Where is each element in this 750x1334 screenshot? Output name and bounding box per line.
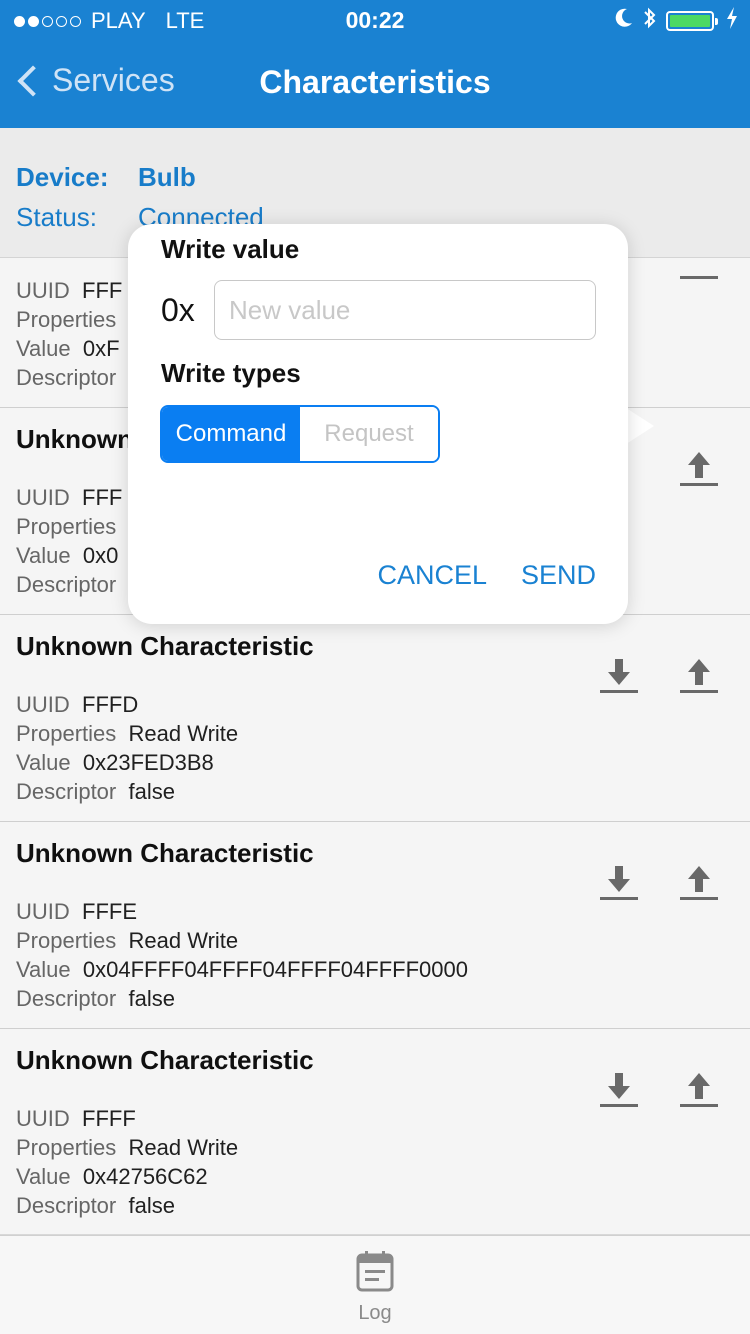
bluetooth-icon [642, 6, 658, 36]
write-types-title: Write types [161, 358, 301, 388]
device-label: Device: [16, 162, 109, 192]
upload-icon [680, 659, 718, 693]
upload-icon [680, 866, 718, 900]
uuid-value: FFFD [82, 692, 139, 717]
properties-value: Read Write [128, 928, 239, 953]
descriptor-key: Descriptor [16, 365, 117, 390]
uuid-key: UUID [16, 278, 70, 303]
uuid-key: UUID [16, 692, 70, 717]
dialog-title: Write value [161, 234, 300, 264]
cancel-button[interactable]: CANCEL [377, 560, 487, 591]
uuid-key: UUID [16, 899, 70, 924]
uuid-value: FFF [82, 278, 123, 303]
download-icon [600, 866, 638, 900]
uuid-value: FFFF [82, 1106, 136, 1131]
descriptor-key: Descriptor [16, 1193, 117, 1218]
characteristic-title: Unknown Characteristic [16, 838, 314, 868]
properties-key: Properties [16, 721, 117, 746]
item-actions [598, 1069, 720, 1111]
upload-icon [680, 452, 718, 486]
write-button[interactable] [678, 1069, 720, 1111]
characteristic-title: Unknown Characteristic [16, 631, 314, 661]
new-value-input[interactable] [214, 280, 596, 340]
value-value: 0xF [82, 336, 120, 361]
item-actions [598, 655, 720, 697]
navigation-bar: Services Characteristics [0, 50, 750, 120]
properties-value: Read Write [128, 721, 239, 746]
upload-icon [680, 276, 718, 279]
page-title: Characteristics [259, 64, 491, 100]
send-button[interactable]: SEND [521, 560, 596, 591]
item-actions [598, 862, 720, 904]
list-item: Unknown Characteristic UUID FFFF Propert… [0, 1029, 750, 1235]
value-key: Value [16, 336, 71, 361]
write-button[interactable] [678, 448, 720, 490]
tab-log-label: Log [358, 1302, 392, 1324]
write-button[interactable] [678, 862, 720, 904]
upload-icon [680, 1073, 718, 1107]
read-button[interactable] [598, 1069, 640, 1111]
descriptor-value: false [128, 1193, 175, 1218]
value-value: 0x42756C62 [82, 1164, 208, 1189]
write-type-request[interactable]: Request [300, 407, 438, 461]
value-key: Value [16, 750, 71, 775]
value-value: 0x23FED3B8 [82, 750, 214, 775]
status-right [614, 6, 738, 36]
descriptor-key: Descriptor [16, 986, 117, 1011]
value-key: Value [16, 543, 71, 568]
tab-bar: Log [0, 1235, 750, 1334]
log-icon [356, 1251, 394, 1292]
descriptor-key: Descriptor [16, 572, 117, 597]
descriptor-key: Descriptor [16, 779, 117, 804]
moon-icon [614, 7, 634, 35]
read-button[interactable] [598, 862, 640, 904]
uuid-key: UUID [16, 1106, 70, 1131]
write-value-dialog: Write value 0x Write types Command Reque… [128, 224, 628, 624]
uuid-value: FFFE [82, 899, 138, 924]
write-type-segmented-control: Command Request [160, 405, 440, 463]
uuid-key: UUID [16, 485, 70, 510]
status-bar: PLAY LTE 00:22 [0, 0, 750, 40]
app-header: PLAY LTE 00:22 Services Characteristics [0, 0, 750, 128]
battery-icon [666, 11, 718, 31]
properties-key: Properties [16, 1135, 117, 1160]
uuid-value: FFF [82, 485, 123, 510]
value-value: 0x0 [82, 543, 119, 568]
descriptor-value: false [128, 986, 175, 1011]
write-button[interactable] [678, 655, 720, 697]
value-key: Value [16, 1164, 71, 1189]
list-item: Unknown Characteristic UUID FFFE Propert… [0, 822, 750, 1029]
read-button[interactable] [598, 655, 640, 697]
properties-value: Read Write [128, 1135, 239, 1160]
dialog-buttons: CANCEL SEND [377, 560, 596, 591]
download-icon [600, 659, 638, 693]
value-value: 0x04FFFF04FFFF04FFFF04FFFF0000 [82, 957, 468, 982]
charging-icon [726, 7, 738, 35]
status-label: Status: [16, 202, 97, 232]
descriptor-value: false [128, 779, 175, 804]
characteristic-title: Unknown Characteristic [16, 1045, 314, 1075]
properties-key: Properties [16, 928, 117, 953]
write-button[interactable] [678, 240, 720, 282]
device-name: Bulb [138, 162, 196, 192]
write-type-command[interactable]: Command [162, 407, 300, 461]
properties-key: Properties [16, 307, 117, 332]
properties-key: Properties [16, 514, 117, 539]
tab-log[interactable]: Log [340, 1250, 410, 1330]
value-key: Value [16, 957, 71, 982]
hex-prefix: 0x [161, 292, 195, 328]
characteristic-title: Unknown [16, 424, 133, 454]
download-icon [600, 1073, 638, 1107]
list-item: Unknown Characteristic UUID FFFD Propert… [0, 615, 750, 822]
device-row: Device: Bulb [16, 162, 196, 193]
